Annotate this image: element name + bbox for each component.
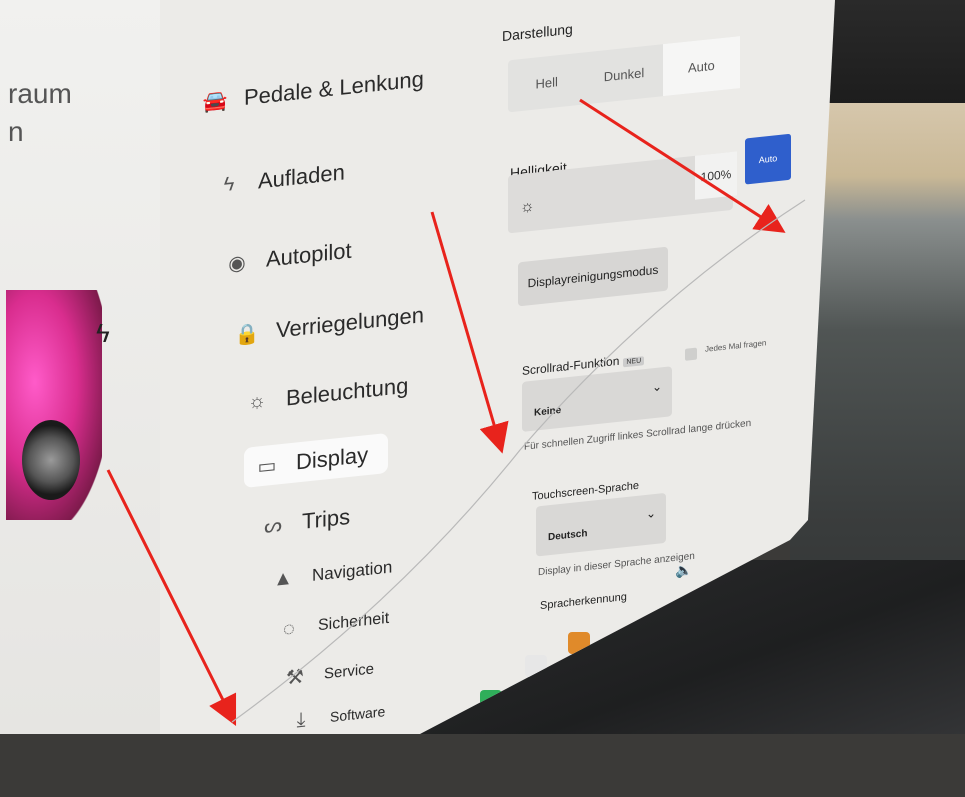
appearance-title: Darstellung [502, 20, 573, 45]
scroll-function-value: Keine [534, 404, 562, 419]
vehicle-title-line1: raum [8, 78, 72, 109]
language-value: Deutsch [548, 528, 588, 544]
menu-item-label: Display [296, 441, 369, 475]
car-icon: 🚘 [202, 89, 228, 114]
menu-item-verriegelungen[interactable]: 🔒 Verriegelungen [232, 295, 424, 355]
car-wheel [22, 420, 80, 500]
menu-item-upgrades[interactable]: ⬚ Upgrades [290, 731, 391, 773]
menu-item-label: Beleuchtung [286, 372, 409, 411]
menu-item-label: Sicherheit [318, 609, 390, 635]
menu-item-label: Verriegelungen [276, 302, 425, 343]
menu-item-label: Pedale & Lenkung [244, 66, 424, 110]
menu-item-label: Navigation [312, 557, 393, 585]
appearance-option-hell[interactable]: Hell [508, 52, 585, 112]
menu-item-service[interactable]: ⚒ Service [280, 648, 374, 698]
brightness-value: 100% [695, 151, 737, 200]
menu-item-sicherheit[interactable]: ◌ Sicherheit [274, 599, 389, 651]
menu-item-label: Autopilot [266, 237, 352, 272]
menu-item-pedale[interactable]: 🚘 Pedale & Lenkung [200, 59, 424, 123]
chevron-down-icon: ⌄ [645, 505, 656, 521]
menu-item-label: Upgrades [334, 743, 391, 765]
menu-item-label: Service [324, 659, 375, 683]
wrench-icon: ⚒ [286, 665, 304, 690]
menu-item-beleuchtung[interactable]: ☼ Beleuchtung [242, 366, 409, 423]
charging-bolt-icon: ϟ [96, 318, 110, 348]
menu-item-label: Software [330, 703, 386, 725]
menu-item-label: Aufladen [258, 159, 345, 194]
menu-item-display[interactable]: ▭ Display [244, 432, 389, 488]
brightness-auto-button[interactable]: Auto [745, 133, 791, 185]
safety-icon: ◌ [283, 617, 295, 641]
menu-item-navigation[interactable]: ▲ Navigation [268, 547, 392, 600]
appearance-segmented-control: Hell Dunkel Auto [508, 36, 740, 113]
upgrades-icon: ⬚ [295, 748, 315, 773]
language-hint: Display in dieser Sprache anzeigen [538, 550, 695, 579]
menu-item-trips[interactable]: ᔕ Trips [258, 497, 350, 547]
volume-icon[interactable]: 🔈 [675, 562, 692, 579]
menu-item-aufladen[interactable]: ϟ Aufladen [214, 152, 345, 206]
trips-icon: ᔕ [264, 513, 282, 538]
ask-every-time-label: Jedes Mal fragen [705, 338, 767, 354]
language-select[interactable]: Deutsch ⌄ [536, 492, 666, 557]
display-icon: ▭ [257, 454, 277, 479]
appearance-option-dunkel[interactable]: Dunkel [585, 44, 662, 104]
settings-menu: 🚘 Pedale & Lenkung ϟ Aufladen ◉ Autopilot 🔒… [140, 0, 500, 734]
appearance-option-auto[interactable]: Auto [662, 36, 740, 97]
vehicle-title-line2: n [8, 116, 24, 147]
scroll-function-select[interactable]: Keine ⌄ [522, 366, 672, 432]
display-clean-mode-button[interactable]: Displayreinigungsmodus [518, 246, 668, 307]
menu-item-label: Trips [302, 503, 351, 534]
chevron-down-icon: ⌄ [651, 379, 662, 395]
menu-item-software[interactable]: ⤓ Software [286, 691, 386, 734]
voice-recognition-title: Spracherkennung [540, 590, 627, 613]
menu-item-autopilot[interactable]: ◉ Autopilot [222, 231, 352, 285]
navigation-icon: ▲ [273, 566, 293, 591]
steering-wheel-icon: ◉ [228, 251, 246, 276]
bolt-icon: ϟ [223, 172, 235, 196]
brightness-sun-icon: ☼ [520, 197, 535, 217]
download-icon: ⤓ [296, 708, 306, 731]
lock-icon: 🔒 [234, 321, 260, 347]
vehicle-pane: raum n ϟ [0, 0, 160, 734]
ask-every-time-checkbox[interactable] [685, 347, 697, 361]
light-icon: ☼ [247, 389, 267, 414]
new-badge: NEU [623, 356, 645, 368]
